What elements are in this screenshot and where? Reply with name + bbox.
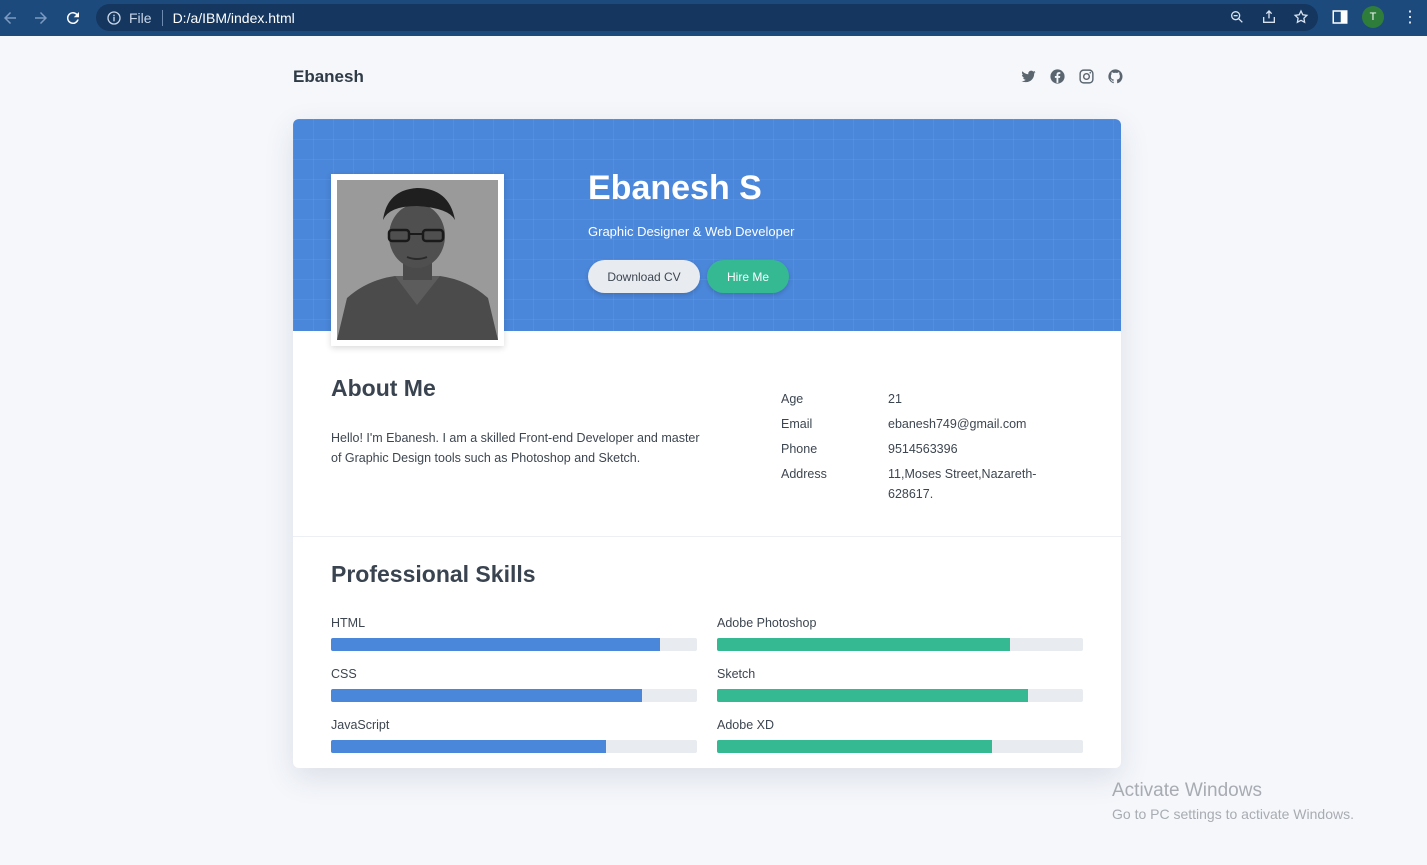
skill-label: CSS	[331, 667, 357, 681]
skill-item: Adobe Photoshop	[717, 616, 1083, 651]
skill-track	[331, 740, 697, 753]
personal-info: Age 21 Email ebanesh749@gmail.com Phone …	[781, 389, 1068, 509]
skill-label: Sketch	[717, 667, 756, 681]
reload-icon	[66, 12, 79, 25]
info-row: Email ebanesh749@gmail.com	[781, 414, 1068, 434]
watermark-title: Activate Windows	[1112, 780, 1262, 801]
skill-fill	[717, 689, 1029, 702]
forward-arrow-icon	[35, 12, 47, 24]
info-value: 9514563396	[888, 442, 958, 456]
profile-photo-image	[337, 180, 498, 340]
back-button[interactable]	[0, 3, 25, 33]
skill-track	[717, 638, 1083, 651]
skill-item: Sketch	[717, 667, 1083, 702]
skill-track	[331, 638, 697, 651]
social-links	[1020, 68, 1124, 85]
profile-title: Graphic Designer & Web Developer	[588, 224, 795, 239]
twitter-icon[interactable]	[1020, 68, 1037, 85]
info-key: Phone	[781, 442, 818, 456]
skill-track	[717, 740, 1083, 753]
file-label: File	[129, 9, 152, 26]
instagram-icon[interactable]	[1078, 68, 1095, 85]
side-panel-icon[interactable]	[1331, 8, 1351, 28]
brand-logo[interactable]: Ebanesh	[293, 67, 364, 87]
url-text[interactable]: D:/a/IBM/index.html	[173, 10, 295, 26]
forward-button[interactable]	[26, 3, 56, 33]
bookmark-star-icon[interactable]	[1292, 8, 1310, 26]
skill-item: JavaScript	[331, 718, 697, 753]
address-separator	[161, 9, 163, 26]
info-row: Phone 9514563396	[781, 439, 1068, 459]
skill-label: JavaScript	[331, 718, 390, 732]
zoom-icon[interactable]	[1228, 8, 1246, 26]
skill-track	[717, 689, 1083, 702]
skill-label: HTML	[331, 616, 366, 630]
info-value: ebanesh749@gmail.com	[888, 417, 1027, 431]
skill-track	[331, 689, 697, 702]
address-bar[interactable]: File D:/a/IBM/index.html	[96, 4, 1318, 31]
browser-menu-icon[interactable]: ⋮	[1400, 8, 1420, 28]
profile-name: Ebanesh S	[588, 169, 762, 207]
about-heading: About Me	[331, 375, 436, 401]
skill-fill	[717, 740, 992, 753]
skill-label: Adobe Photoshop	[717, 616, 817, 630]
browser-toolbar: File D:/a/IBM/index.html T ⋮	[0, 0, 1427, 36]
skill-item: Adobe XD	[717, 718, 1083, 753]
info-row: Age 21	[781, 389, 1068, 409]
reload-button[interactable]	[58, 3, 88, 33]
profile-photo	[331, 174, 504, 346]
skill-fill	[717, 638, 1010, 651]
about-text: Hello! I'm Ebanesh. I am a skilled Front…	[331, 431, 700, 465]
facebook-icon[interactable]	[1049, 68, 1066, 85]
github-icon[interactable]	[1107, 68, 1124, 85]
download-cv-button[interactable]: Download CV	[588, 260, 700, 293]
back-arrow-icon	[4, 12, 16, 24]
info-key: Age	[781, 392, 804, 406]
profile-avatar[interactable]: T	[1362, 6, 1384, 28]
info-value: 21	[888, 392, 902, 406]
skills-heading: Professional Skills	[331, 561, 536, 587]
info-row: Address 11,Moses Street,Nazareth-628617.	[781, 464, 1068, 504]
skill-label: Adobe XD	[717, 718, 774, 732]
info-icon[interactable]	[106, 10, 122, 26]
info-key: Address	[781, 467, 827, 481]
share-icon[interactable]	[1260, 8, 1278, 26]
section-divider	[293, 536, 1121, 537]
watermark-subtitle: Go to PC settings to activate Windows.	[1112, 806, 1354, 822]
skill-item: HTML	[331, 616, 697, 651]
profile-card: Ebanesh S Graphic Designer & Web Develop…	[293, 119, 1121, 768]
skill-fill	[331, 689, 643, 702]
hire-me-button[interactable]: Hire Me	[707, 260, 789, 293]
info-value: 11,Moses Street,Nazareth-628617.	[888, 467, 1037, 501]
info-key: Email	[781, 417, 813, 431]
skill-fill	[331, 638, 661, 651]
windows-activation-watermark: Activate Windows Go to PC settings to ac…	[1112, 780, 1354, 822]
skill-item: CSS	[331, 667, 697, 702]
skill-fill	[331, 740, 606, 753]
